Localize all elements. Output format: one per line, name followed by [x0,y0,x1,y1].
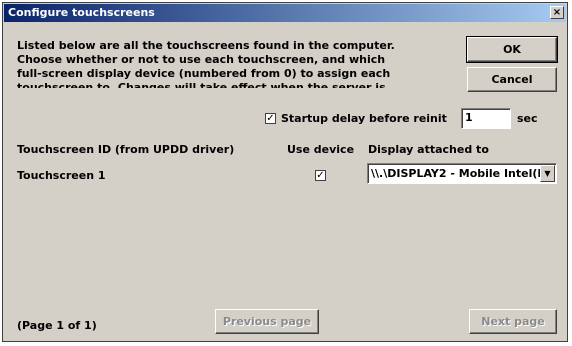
window-title: Configure touchscreens [8,6,155,19]
title-bar[interactable]: Configure touchscreens × [4,4,566,22]
startup-delay-input[interactable]: 1 [461,108,511,129]
next-page-button[interactable]: Next page [469,309,557,334]
startup-delay-unit: sec [517,112,538,125]
previous-page-label: Previous page [222,315,312,328]
close-icon: × [552,7,562,18]
cancel-button[interactable]: Cancel [467,67,557,92]
startup-delay-label: Startup delay before reinit [281,112,447,125]
startup-delay-value: 1 [465,111,473,124]
configure-touchscreens-dialog: Configure touchscreens × Listed below ar… [2,2,568,342]
column-header-use: Use device [287,143,355,156]
description-text: Listed below are all the touchscreens fo… [17,39,395,88]
cancel-button-label: Cancel [491,73,533,86]
use-device-checkbox[interactable]: ✓ [315,170,326,181]
startup-delay-checkbox[interactable]: ✓ [265,113,276,124]
display-select-value: \\.\DISPLAY2 - Mobile Intel(R [371,167,546,180]
next-page-label: Next page [481,315,545,328]
chevron-down-icon[interactable]: ▼ [540,165,555,182]
display-select[interactable]: \\.\DISPLAY2 - Mobile Intel(R ▼ [367,163,557,184]
ok-button[interactable]: OK [466,36,558,63]
ok-button-label: OK [503,43,521,56]
column-header-display: Display attached to [368,143,489,156]
page-indicator: (Page 1 of 1) [17,319,97,332]
previous-page-button[interactable]: Previous page [215,309,319,334]
close-button[interactable]: × [550,6,564,19]
touchscreen-row-id: Touchscreen 1 [17,169,106,182]
column-header-id: Touchscreen ID (from UPDD driver) [17,143,235,156]
